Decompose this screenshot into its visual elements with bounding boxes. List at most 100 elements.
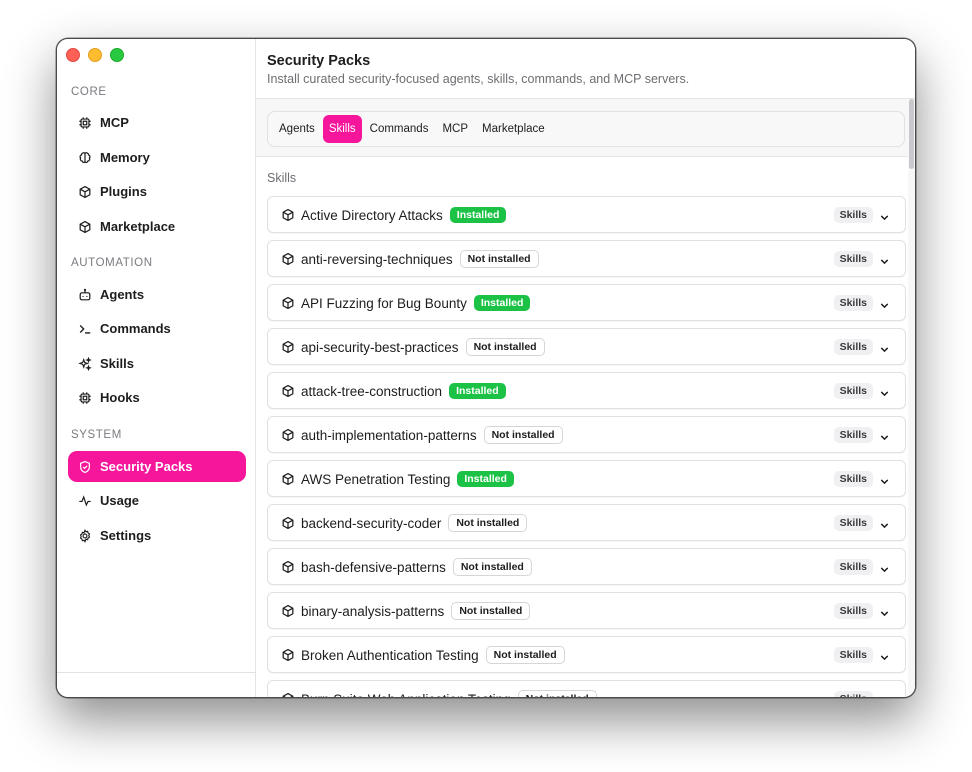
chevron-down-icon[interactable] [879,562,890,573]
sidebar-item-plugins[interactable]: Plugins [68,176,246,207]
package-icon [281,340,295,354]
sidebar-item-skills[interactable]: Skills [68,348,246,379]
type-badge: Skills [833,251,873,267]
scrollbar[interactable] [908,99,915,697]
skill-name: Active Directory Attacks [301,207,443,223]
skill-row[interactable]: auth-implementation-patterns Not installe… [267,416,906,453]
chevron-down-icon[interactable] [879,386,890,397]
sidebar-item-commands[interactable]: Commands [68,313,246,344]
chevron-down-icon[interactable] [879,650,890,661]
chevron-down-icon[interactable] [879,298,890,309]
skill-row-main: Active Directory Attacks Installed [301,197,507,233]
sidebar-item-mcp[interactable]: MCP [68,107,246,138]
package-icon [78,220,92,234]
skill-row[interactable]: AWS Penetration Testing Installed Skills [267,460,906,497]
skill-row[interactable]: API Fuzzing for Bug Bounty Installed Skill… [267,284,906,321]
sidebar-item-label: Commands [100,321,171,336]
zoom-window-button[interactable] [110,48,124,62]
sidebar-item-label: Plugins [100,184,147,199]
chevron-down-icon[interactable] [879,518,890,529]
package-icon [281,692,295,697]
page-title: Security Packs [267,53,371,69]
chevron-down-icon[interactable] [879,430,890,441]
package-icon [281,428,295,442]
close-window-button[interactable] [66,48,80,62]
type-badge: Skills [833,691,873,697]
skill-name: API Fuzzing for Bug Bounty [301,295,467,311]
package-icon [281,296,295,310]
sidebar-item-settings[interactable]: Settings [68,520,246,551]
skill-row-main: Burp Suite Web Application Testing Not in… [301,681,597,697]
activity-icon [78,494,92,508]
sidebar-item-label: Hooks [100,390,140,405]
minimize-window-button[interactable] [88,48,102,62]
chevron-down-icon[interactable] [879,254,890,265]
tab-bar: Agents Skills Commands MCP Marketplace [267,111,905,147]
type-badge: Skills [833,427,873,443]
tab-skills[interactable]: Skills [322,115,362,143]
skill-row-meta: Skills [833,505,890,541]
skill-row[interactable]: anti-reversing-techniques Not installed Sk… [267,240,906,277]
type-badge: Skills [833,383,873,399]
status-badge: Installed [449,383,506,399]
skill-row-main: attack-tree-construction Installed [301,373,506,409]
chevron-down-icon[interactable] [879,210,890,221]
tab-marketplace[interactable]: Marketplace [476,115,551,143]
skill-row-meta: Skills [833,549,890,585]
chevron-down-icon[interactable] [879,606,890,617]
sidebar-item-hooks[interactable]: Hooks [68,382,246,413]
status-badge: Installed [473,295,531,311]
skill-row-meta: Skills [833,241,890,277]
skill-row[interactable]: bash-defensive-patterns Not installed Skil… [267,548,906,585]
chevron-down-icon[interactable] [879,694,890,698]
tab-commands[interactable]: Commands [364,115,435,143]
sidebar-item-usage[interactable]: Usage [68,485,246,516]
tab-mcp[interactable]: MCP [436,115,474,143]
skill-name: Burp Suite Web Application Testing [301,692,511,698]
tab-agents[interactable]: Agents [273,115,321,143]
skill-row-main: AWS Penetration Testing Installed [301,461,514,497]
skill-row-main: binary-analysis-patterns Not installed [301,593,531,629]
sidebar-item-security-packs[interactable]: Security Packs [68,451,246,482]
content-scroll-area[interactable]: Agents Skills Commands MCP Marketplace S… [256,99,915,697]
sidebar-item-label: Memory [100,150,150,165]
skill-row-meta: Skills [833,373,890,409]
skill-row-main: backend-security-coder Not installed [301,505,528,541]
skill-row-main: anti-reversing-techniques Not installed [301,241,539,277]
sidebar-item-label: MCP [100,115,129,130]
package-icon [78,185,92,199]
sidebar: CORE MCP Memory Plugins Marketplace AUTO… [57,39,256,697]
skills-list: Active Directory Attacks Installed Skills a… [267,196,906,697]
skill-row[interactable]: backend-security-coder Not installed Skill… [267,504,906,541]
skill-name: Broken Authentication Testing [301,647,479,663]
status-badge: Not installed [452,558,532,576]
chevron-down-icon[interactable] [879,474,890,485]
skill-row[interactable]: attack-tree-construction Installed Skills [267,372,906,409]
sidebar-footer-divider [57,672,255,673]
scrollbar-thumb[interactable] [909,99,914,169]
status-badge: Not installed [483,426,563,444]
chevron-down-icon[interactable] [879,342,890,353]
chip-icon [78,391,92,405]
status-badge: Installed [449,207,507,223]
skill-row[interactable]: Burp Suite Web Application Testing Not in… [267,680,906,697]
skill-row-main: bash-defensive-patterns Not installed [301,549,532,585]
type-badge: Skills [833,559,873,575]
sidebar-item-marketplace[interactable]: Marketplace [68,211,246,242]
skill-row[interactable]: binary-analysis-patterns Not installed Ski… [267,592,906,629]
skill-name: auth-implementation-patterns [301,427,477,443]
section-label-automation: AUTOMATION [71,257,153,269]
skill-row-main: API Fuzzing for Bug Bounty Installed [301,285,531,321]
terminal-icon [78,322,92,336]
skill-name: api-security-best-practices [301,339,459,355]
skill-row[interactable]: api-security-best-practices Not installed… [267,328,906,365]
package-icon [281,472,295,486]
sidebar-item-memory[interactable]: Memory [68,142,246,173]
skill-name: backend-security-coder [301,515,442,531]
skill-row[interactable]: Active Directory Attacks Installed Skills [267,196,906,233]
bot-icon [78,288,92,302]
sidebar-item-agents[interactable]: Agents [68,279,246,310]
skill-name: attack-tree-construction [301,383,443,399]
package-icon [281,252,295,266]
skill-row[interactable]: Broken Authentication Testing Not install… [267,636,906,673]
